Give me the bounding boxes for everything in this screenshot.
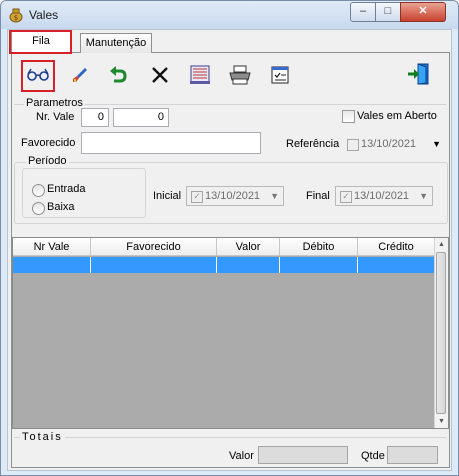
valor-label: Valor [229,450,254,462]
valor-total-field [258,446,348,464]
x-icon [152,67,168,83]
vales-em-aberto-label: Vales em Aberto [357,110,437,122]
baixa-radio[interactable] [32,202,45,215]
entrada-label: Entrada [47,183,86,195]
column-header-nr-vale[interactable]: Nr Vale [13,238,91,256]
report-icon [190,65,210,84]
checklist-button[interactable] [266,62,294,88]
exit-button[interactable] [404,60,432,86]
column-header-credito[interactable]: Crédito [358,238,435,256]
final-date-value: 13/10/2021 [354,190,410,202]
glasses-icon [27,68,49,81]
entrada-radio[interactable] [32,184,45,197]
checklist-icon [271,66,289,84]
inicial-date-value: 13/10/2021 [205,190,261,202]
nr-vale-to-input[interactable]: 0 [113,108,169,127]
vales-grid[interactable]: Nr Vale Favorecido Valor Débito Crédito … [12,237,449,429]
tab-manutencao[interactable]: Manutenção [80,33,152,53]
view-button[interactable] [24,62,52,88]
qtde-label: Qtde [361,450,385,462]
maximize-button[interactable]: □ [375,2,401,22]
close-button[interactable]: ✕ [400,2,446,22]
svg-text:$: $ [14,14,18,22]
final-date-picker[interactable]: ✓ 13/10/2021 ▼ [335,186,433,206]
vales-em-aberto-checkbox[interactable] [342,110,355,123]
chevron-down-icon: ▼ [432,139,441,149]
column-header-valor[interactable]: Valor [217,238,280,256]
periodo-legend: Período [26,155,69,167]
inicial-label: Inicial [153,190,182,202]
table-cell[interactable] [358,257,435,273]
brush-icon [73,68,87,82]
referencia-date-picker[interactable]: 13/10/2021 ▼ [342,134,446,154]
column-header-favorecido[interactable]: Favorecido [91,238,217,256]
edit-button[interactable] [66,62,94,88]
minimize-button[interactable]: – [350,2,376,22]
printer-icon [229,65,251,85]
tab-highlight-box [9,30,72,54]
referencia-date-checkbox[interactable] [347,139,359,151]
referencia-date-value: 13/10/2021 [361,138,417,150]
delete-button[interactable] [146,62,174,88]
favorecido-input[interactable] [81,132,261,154]
nr-vale-from-input[interactable]: 0 [81,108,109,127]
table-cell[interactable] [13,257,91,273]
chevron-down-icon: ▼ [270,191,279,201]
window-title: Vales [29,8,59,22]
scroll-up-icon[interactable]: ▲ [435,238,448,251]
table-cell[interactable] [280,257,358,273]
totais-legend: Totais [20,431,65,443]
favorecido-label: Favorecido [21,137,76,149]
column-header-debito[interactable]: Débito [280,238,358,256]
baixa-label: Baixa [47,201,75,213]
inicial-date-checkbox[interactable]: ✓ [191,191,203,203]
vertical-scrollbar[interactable]: ▲ ▼ [434,238,448,428]
exit-door-icon [408,63,429,85]
money-bag-icon: $ [9,8,23,23]
print-button[interactable] [226,62,254,88]
inicial-date-picker[interactable]: ✓ 13/10/2021 ▼ [186,186,284,206]
parametros-legend: Parametros [24,97,85,109]
scroll-down-icon[interactable]: ▼ [435,415,448,428]
final-label: Final [306,190,330,202]
scrollbar-thumb[interactable] [436,252,446,414]
chevron-down-icon: ▼ [419,191,428,201]
qtde-total-field [387,446,438,464]
report-button[interactable] [186,62,214,88]
table-cell[interactable] [217,257,280,273]
undo-button[interactable] [104,62,132,88]
undo-arrow-icon [110,66,127,83]
referencia-label: Referência [286,138,340,150]
final-date-checkbox[interactable]: ✓ [340,191,352,203]
title-bar[interactable]: $ Vales – □ ✕ [1,1,458,29]
table-cell[interactable] [91,257,217,273]
nr-vale-label: Nr. Vale [36,111,75,123]
